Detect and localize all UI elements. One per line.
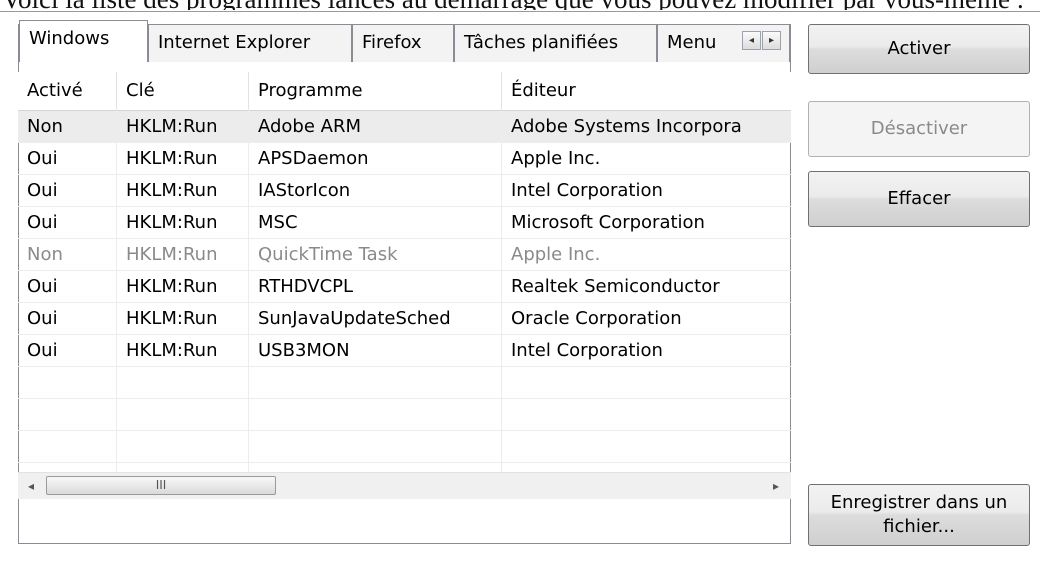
clear-button[interactable]: Effacer [808, 171, 1030, 227]
cell-program: USB3MON [258, 340, 350, 361]
table-row[interactable]: Oui HKLM:Run USB3MON Intel Corporation [18, 335, 791, 367]
horizontal-scrollbar[interactable]: ◂ III ▸ [18, 472, 791, 499]
table-row[interactable]: Oui HKLM:Run MSC Microsoft Corporation [18, 207, 791, 239]
cell-program: SunJavaUpdateSched [258, 308, 451, 329]
empty-row [18, 399, 791, 431]
cell-enabled: Non [27, 116, 63, 137]
list-header: Activé Clé Programme Éditeur [18, 72, 791, 111]
cell-publisher: Microsoft Corporation [511, 212, 705, 233]
tab-internet-explorer[interactable]: Internet Explorer [148, 24, 352, 62]
cell-key: HKLM:Run [126, 340, 218, 361]
table-row[interactable]: Oui HKLM:Run RTHDVCPL Realtek Semiconduc… [18, 271, 791, 303]
empty-row [18, 367, 791, 399]
empty-row [18, 431, 791, 463]
cell-enabled: Oui [27, 340, 58, 361]
save-to-file-button[interactable]: Enregistrer dans un fichier... [808, 484, 1030, 546]
cell-program: QuickTime Task [258, 244, 398, 265]
cell-key: HKLM:Run [126, 212, 218, 233]
cell-program: APSDaemon [258, 148, 369, 169]
cell-publisher: Apple Inc. [511, 244, 601, 265]
cell-key: HKLM:Run [126, 180, 218, 201]
column-header-key[interactable]: Clé [117, 72, 248, 110]
cell-program: IAStorIcon [258, 180, 351, 201]
cell-key: HKLM:Run [126, 244, 218, 265]
cell-key: HKLM:Run [126, 116, 218, 137]
cell-key: HKLM:Run [126, 276, 218, 297]
cell-publisher: Realtek Semiconductor [511, 276, 720, 297]
column-header-enabled[interactable]: Activé [18, 72, 116, 110]
cell-key: HKLM:Run [126, 148, 218, 169]
cell-enabled: Oui [27, 308, 58, 329]
column-header-program[interactable]: Programme [249, 72, 501, 110]
cell-publisher: Intel Corporation [511, 180, 663, 201]
cell-publisher: Oracle Corporation [511, 308, 682, 329]
cell-program: Adobe ARM [258, 116, 362, 137]
deactivate-button[interactable]: Désactiver [808, 101, 1030, 157]
cell-program: MSC [258, 212, 298, 233]
cell-key: HKLM:Run [126, 308, 218, 329]
cell-enabled: Oui [27, 180, 58, 201]
scroll-left-icon[interactable]: ◂ [18, 473, 44, 499]
table-row[interactable]: Non HKLM:Run QuickTime Task Apple Inc. [18, 239, 791, 271]
column-header-publisher[interactable]: Éditeur [502, 72, 791, 110]
table-row[interactable]: Non HKLM:Run Adobe ARM Adobe Systems Inc… [18, 111, 791, 143]
tab-firefox[interactable]: Firefox [352, 24, 454, 62]
tab-scheduled-tasks[interactable]: Tâches planifiées [454, 24, 657, 62]
startup-list[interactable]: Activé Clé Programme Éditeur Non HKLM:Ru… [18, 72, 791, 472]
cell-enabled: Non [27, 244, 63, 265]
scroll-thumb[interactable]: III [46, 476, 276, 495]
cell-program: RTHDVCPL [258, 276, 354, 297]
activate-button[interactable]: Activer [808, 24, 1030, 74]
save-button-line-2: fichier... [883, 516, 955, 537]
instruction-text: Voici la liste des programmes lancés au … [2, 0, 1038, 10]
table-row[interactable]: Oui HKLM:Run IAStorIcon Intel Corporatio… [18, 175, 791, 207]
cell-enabled: Oui [27, 212, 58, 233]
tab-windows[interactable]: Windows [19, 20, 148, 62]
cell-enabled: Oui [27, 148, 58, 169]
save-button-line-1: Enregistrer dans un [830, 492, 1008, 513]
tab-scroll-left-icon[interactable]: ◂ [742, 31, 761, 50]
cell-publisher: Apple Inc. [511, 148, 601, 169]
table-row[interactable]: Oui HKLM:Run APSDaemon Apple Inc. [18, 143, 791, 175]
top-divider [0, 11, 1040, 12]
cell-publisher: Adobe Systems Incorpora [511, 116, 742, 137]
table-row[interactable]: Oui HKLM:Run SunJavaUpdateSched Oracle C… [18, 303, 791, 335]
scroll-right-icon[interactable]: ▸ [763, 473, 789, 499]
cell-publisher: Intel Corporation [511, 340, 663, 361]
tab-scroll-right-icon[interactable]: ▸ [762, 31, 781, 50]
cell-enabled: Oui [27, 276, 58, 297]
